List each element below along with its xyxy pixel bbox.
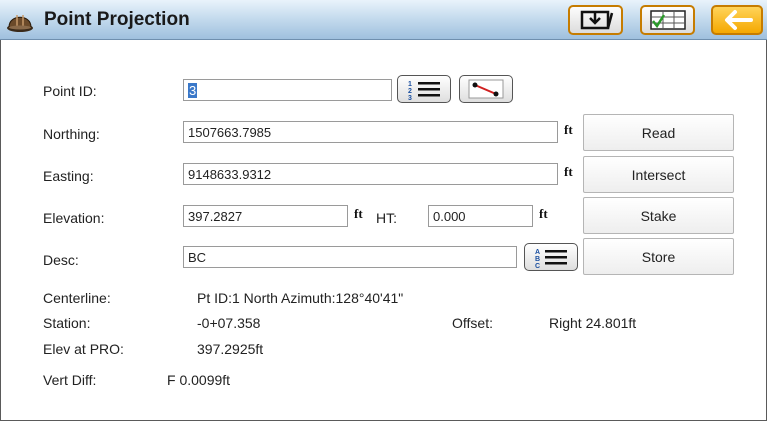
svg-text:1: 1	[408, 81, 412, 88]
stake-button[interactable]: Stake	[583, 197, 734, 234]
alpha-list-icon: A B C	[535, 249, 567, 268]
easting-label: Easting:	[43, 168, 94, 184]
svg-text:2: 2	[408, 88, 412, 95]
vert-diff-value: F 0.0099ft	[167, 372, 231, 388]
numbered-list-icon: 1 2 3	[408, 81, 440, 100]
svg-text:A: A	[535, 249, 540, 256]
window-title: Point Projection	[44, 9, 190, 30]
elevation-unit: ft	[354, 206, 363, 221]
northing-input[interactable]: 1507663.7985	[183, 121, 558, 143]
map-points-icon	[468, 79, 504, 99]
station-value: -0+07.358	[197, 315, 261, 331]
table-view-button[interactable]	[640, 5, 695, 35]
save-download-icon	[580, 10, 613, 30]
table-check-icon	[649, 10, 686, 30]
ht-input[interactable]: 0.000	[428, 205, 533, 227]
svg-text:3: 3	[408, 95, 412, 100]
elev-at-pro-label: Elev at PRO:	[43, 341, 124, 357]
centerline-value: Pt ID:1 North Azimuth:128°40'41"	[197, 290, 404, 306]
read-button[interactable]: Read	[583, 114, 734, 151]
northing-label: Northing:	[43, 126, 100, 142]
point-id-value: 3	[188, 83, 198, 98]
vert-diff-label: Vert Diff:	[43, 372, 97, 388]
svg-text:C: C	[535, 263, 540, 268]
easting-unit: ft	[564, 164, 573, 179]
ht-unit: ft	[539, 206, 548, 221]
point-list-button[interactable]: 1 2 3	[397, 75, 451, 103]
point-id-input[interactable]: 3	[183, 79, 392, 101]
desc-input[interactable]: BC	[183, 246, 517, 268]
intersect-button[interactable]: Intersect	[583, 156, 734, 193]
hard-hat-icon	[7, 15, 33, 32]
save-button[interactable]	[568, 5, 623, 35]
store-button[interactable]: Store	[583, 238, 734, 275]
centerline-label: Centerline:	[43, 290, 111, 306]
station-label: Station:	[43, 315, 91, 331]
elevation-input[interactable]: 397.2827	[183, 205, 348, 227]
offset-value: Right 24.801ft	[549, 315, 637, 331]
svg-text:B: B	[535, 256, 540, 263]
desc-label: Desc:	[43, 252, 79, 268]
desc-list-button[interactable]: A B C	[524, 243, 578, 271]
elevation-label: Elevation:	[43, 210, 105, 226]
elev-at-pro-value: 397.2925ft	[197, 341, 264, 357]
back-arrow-icon	[725, 10, 753, 30]
back-button[interactable]	[711, 5, 763, 35]
map-pick-button[interactable]	[459, 75, 513, 103]
title-bar: Point Projection	[0, 0, 767, 40]
northing-unit: ft	[564, 122, 573, 137]
point-id-label: Point ID:	[43, 83, 97, 99]
easting-input[interactable]: 9148633.9312	[183, 163, 558, 185]
offset-label: Offset:	[452, 315, 493, 331]
ht-label: HT:	[376, 210, 397, 226]
